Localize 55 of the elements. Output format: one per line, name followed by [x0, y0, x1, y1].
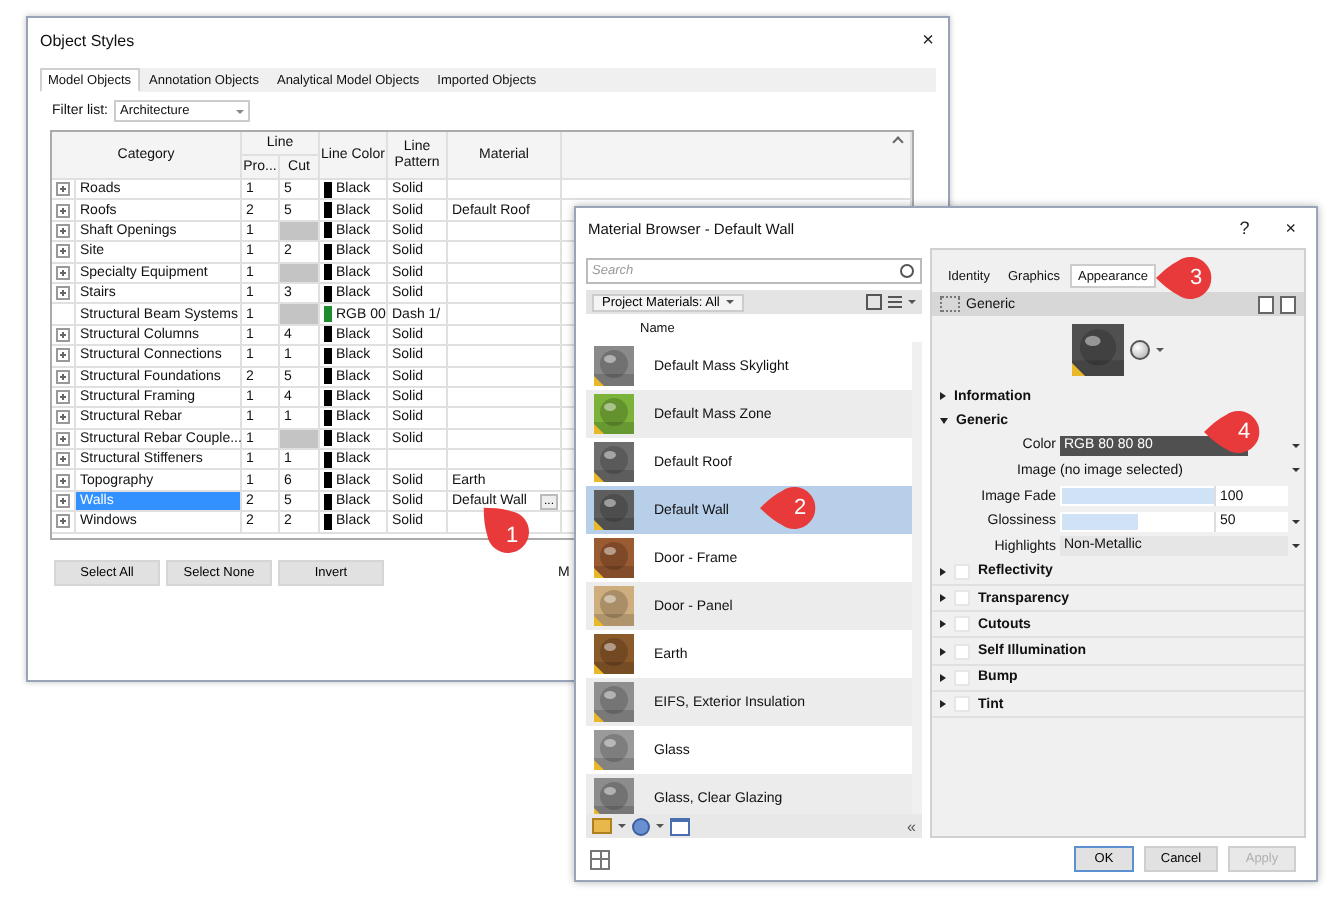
layout-icon[interactable] [590, 849, 610, 869]
collapse-button[interactable]: « [907, 817, 916, 835]
expand-icon[interactable] [56, 265, 70, 280]
expand-icon[interactable] [56, 473, 70, 488]
checkbox[interactable] [954, 590, 970, 606]
expand-icon[interactable] [56, 203, 70, 218]
expand-icon[interactable] [56, 431, 70, 446]
help-button[interactable]: ? [1239, 218, 1250, 238]
caret-icon[interactable] [618, 824, 626, 828]
expand-icon[interactable] [56, 286, 70, 301]
caret-icon[interactable] [1156, 348, 1164, 352]
expand-icon[interactable] [56, 452, 70, 467]
scroll-up-icon[interactable] [892, 136, 904, 148]
expand-icon[interactable] [56, 494, 70, 509]
expand-icon[interactable] [56, 369, 70, 384]
dropdown-arrow-icon[interactable] [1292, 519, 1300, 524]
grid-view-icon[interactable] [866, 294, 882, 310]
scrollbar[interactable] [912, 342, 922, 814]
checkbox[interactable] [954, 616, 970, 633]
collapse-triangle-icon[interactable] [940, 417, 948, 424]
expand-icon[interactable] [56, 182, 70, 197]
expand-icon[interactable] [56, 348, 70, 363]
caret-icon[interactable] [656, 824, 664, 828]
expand-icon[interactable] [56, 223, 70, 238]
panel-icon[interactable] [670, 817, 690, 835]
window-title: Object Styles [40, 31, 135, 49]
table-cell [448, 180, 562, 201]
expand-triangle-icon[interactable] [940, 567, 946, 576]
dotted-box-icon [940, 296, 960, 312]
expand-icon[interactable] [56, 410, 70, 425]
list-view-icon[interactable] [888, 296, 902, 308]
caret-icon [236, 109, 244, 113]
search-icon[interactable] [900, 263, 914, 277]
checkbox[interactable] [954, 563, 970, 580]
expand-icon[interactable] [56, 244, 70, 259]
expand-triangle-icon[interactable] [940, 647, 946, 656]
close-button[interactable]: × [922, 29, 934, 51]
checkbox[interactable] [954, 643, 970, 660]
expand-icon[interactable] [56, 514, 70, 529]
expand-triangle-icon[interactable] [940, 620, 946, 629]
expand-triangle-icon[interactable] [940, 673, 946, 682]
expand-icon[interactable] [56, 390, 70, 405]
expand-triangle-icon[interactable] [940, 392, 946, 401]
caret-icon[interactable] [908, 300, 916, 304]
expand-triangle-icon[interactable] [940, 594, 946, 602]
expand-triangle-icon[interactable] [940, 700, 946, 709]
checkbox[interactable] [954, 696, 970, 713]
globe-icon[interactable] [632, 817, 650, 835]
dropdown-arrow-icon[interactable] [1292, 468, 1300, 473]
dropdown-arrow-icon[interactable] [1292, 443, 1300, 448]
close-button[interactable]: × [1285, 218, 1296, 238]
expand-icon[interactable] [56, 327, 70, 342]
sphere-icon[interactable] [1130, 340, 1150, 360]
checkbox[interactable] [954, 669, 970, 686]
dropdown-arrow-icon[interactable] [1292, 544, 1300, 549]
